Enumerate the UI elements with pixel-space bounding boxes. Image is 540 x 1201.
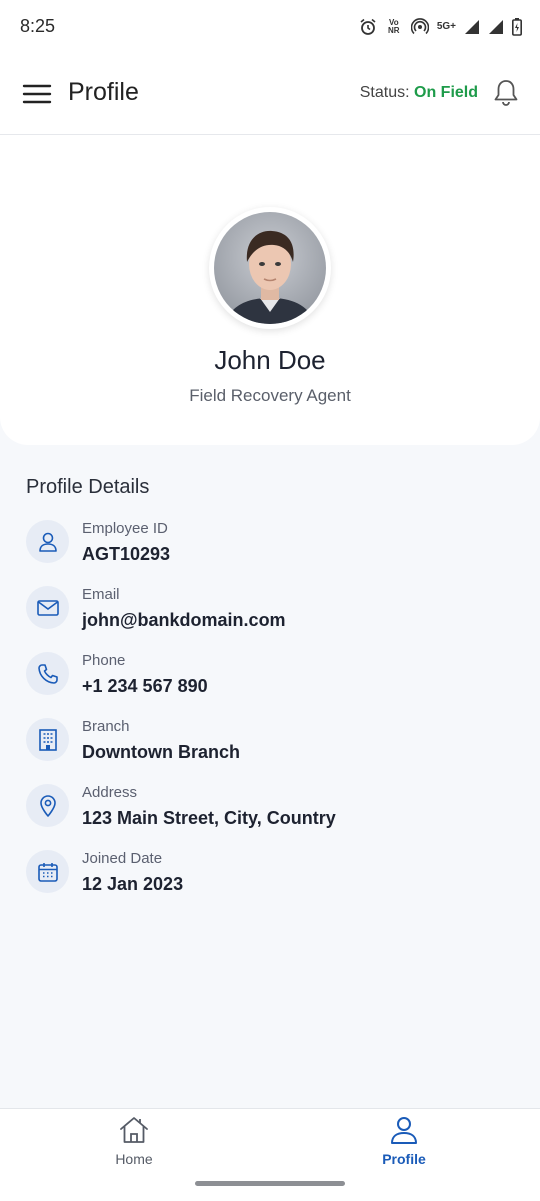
calendar-icon [26,850,69,893]
detail-label: Joined Date [82,850,163,867]
detail-employee-id: Employee ID AGT10293 [26,520,506,570]
status-value: On Field [414,84,478,101]
detail-email: Email john@bankdomain.com [26,586,506,636]
home-indicator [195,1181,345,1186]
profile-card: John Doe Field Recovery Agent [0,135,540,445]
user-icon [26,520,69,563]
bottom-nav: Home Profile [0,1108,540,1201]
detail-label: Branch [82,718,130,735]
avatar-frame [209,207,331,329]
network-type: 5G+ [436,21,456,32]
detail-joined-date: Joined Date 12 Jan 2023 [26,850,506,900]
detail-value: +1 234 567 890 [82,676,208,696]
detail-label: Address [82,784,138,801]
detail-phone: Phone +1 234 567 890 [26,652,506,702]
avatar-photo [214,212,326,324]
app-bar: Profile Status: On Field [0,54,540,135]
alarm-icon [360,18,376,35]
home-icon [120,1117,148,1143]
bell-icon [494,80,518,106]
nav-home[interactable]: Home [74,1115,194,1177]
nav-profile[interactable]: Profile [344,1115,464,1177]
clock: 8:25 [20,16,56,36]
detail-value: 123 Main Street, City, Country [82,808,336,828]
hotspot-icon [410,18,429,35]
user-icon [391,1117,417,1144]
detail-value: john@bankdomain.com [82,610,286,630]
avatar[interactable] [214,212,326,324]
detail-value: 12 Jan 2023 [82,874,184,894]
map-pin-icon [26,784,69,827]
system-icons: Vo NR 5G+ [359,15,522,39]
detail-label: Email [82,586,120,603]
detail-label: Employee ID [82,520,168,537]
hamburger-icon [22,84,52,104]
volte-icon: Vo NR [388,18,400,35]
page-title: Profile [68,78,139,106]
mail-icon [26,586,69,629]
user-name: John Doe [214,345,326,375]
detail-branch: Branch Downtown Branch [26,718,506,768]
user-role: Field Recovery Agent [189,386,351,405]
battery-icon [512,18,522,36]
detail-address: Address 123 Main Street, City, Country [26,784,506,834]
detail-label: Phone [82,652,126,669]
status-label: Status: [359,84,410,101]
signal-icon [465,20,479,34]
building-icon [26,718,69,761]
notifications-button[interactable] [492,78,520,108]
nav-profile-label: Profile [382,1151,426,1167]
signal-icon-2 [489,20,503,34]
section-title: Profile Details [26,476,150,498]
menu-button[interactable] [22,79,52,109]
detail-value: Downtown Branch [82,742,240,762]
nav-home-label: Home [115,1151,153,1167]
phone-icon [26,652,69,695]
status-indicator: Status: On Field [360,84,478,102]
status-bar: 8:25 Vo NR 5G+ [0,0,540,54]
detail-value: AGT10293 [82,544,171,564]
